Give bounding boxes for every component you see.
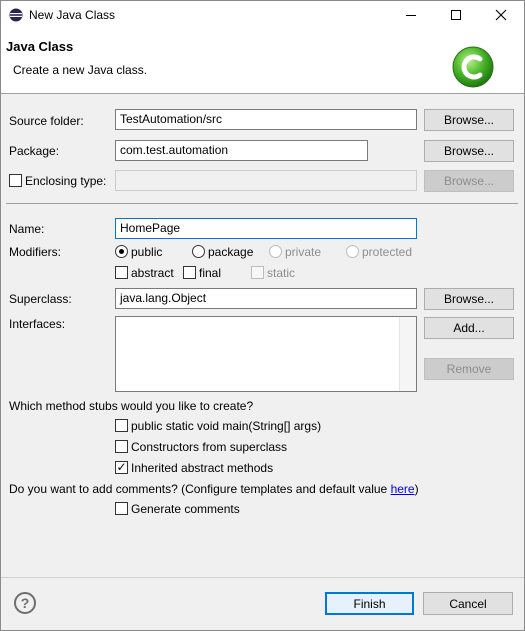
enclosing-type-checkbox[interactable] bbox=[9, 174, 22, 187]
final-label: final bbox=[199, 266, 222, 280]
protected-label: protected bbox=[362, 245, 413, 259]
close-icon bbox=[495, 9, 507, 21]
comments-question-suffix: ) bbox=[414, 482, 419, 496]
minimize-button[interactable] bbox=[389, 1, 433, 29]
superclass-input[interactable]: java.lang.Object bbox=[115, 288, 417, 309]
checkmark-icon: ✓ bbox=[116, 460, 127, 474]
comments-question: Do you want to add comments? (Configure … bbox=[9, 482, 419, 496]
main-method-label: public static void main(String[] args) bbox=[131, 419, 322, 433]
enclosing-type-label: Enclosing type: bbox=[25, 174, 107, 188]
interfaces-list[interactable] bbox=[115, 316, 417, 392]
name-input[interactable]: HomePage bbox=[115, 218, 417, 239]
remove-interface-button: Remove bbox=[424, 358, 514, 380]
name-label: Name: bbox=[9, 222, 45, 236]
cancel-button[interactable]: Cancel bbox=[423, 592, 513, 615]
source-folder-browse-button[interactable]: Browse... bbox=[424, 109, 514, 131]
main-method-checkbox[interactable] bbox=[115, 419, 128, 432]
private-label: private bbox=[285, 245, 322, 259]
package-radio[interactable] bbox=[192, 245, 205, 258]
help-icon[interactable]: ? bbox=[14, 592, 36, 614]
new-java-class-dialog: New Java Class Java Class Create a new J… bbox=[0, 0, 525, 631]
close-button[interactable] bbox=[479, 1, 523, 29]
modifiers-label: Modifiers: bbox=[9, 245, 62, 259]
wizard-description: Create a new Java class. bbox=[13, 63, 148, 77]
abstract-label: abstract bbox=[131, 266, 174, 280]
interfaces-label: Interfaces: bbox=[9, 317, 66, 331]
configure-templates-link[interactable]: here bbox=[391, 482, 415, 496]
package-browse-button[interactable]: Browse... bbox=[424, 140, 514, 162]
protected-radio bbox=[346, 245, 359, 258]
wizard-header: Java Class Create a new Java class. bbox=[1, 29, 524, 94]
abstract-checkbox[interactable] bbox=[115, 266, 128, 279]
constructors-checkbox[interactable] bbox=[115, 440, 128, 453]
maximize-icon bbox=[451, 10, 461, 20]
package-label: Package: bbox=[9, 144, 60, 158]
public-label: public bbox=[131, 245, 163, 259]
maximize-button[interactable] bbox=[434, 1, 478, 29]
static-checkbox bbox=[251, 266, 264, 279]
private-radio bbox=[269, 245, 282, 258]
enclosing-type-input bbox=[115, 170, 417, 191]
interfaces-scrollbar[interactable] bbox=[399, 317, 416, 391]
method-stubs-question: Which method stubs would you like to cre… bbox=[9, 399, 254, 413]
constructors-label: Constructors from superclass bbox=[131, 440, 288, 454]
generate-comments-checkbox[interactable] bbox=[115, 502, 128, 515]
eclipse-app-icon bbox=[9, 8, 23, 22]
finish-button[interactable]: Finish bbox=[325, 592, 414, 615]
footer-separator bbox=[1, 577, 524, 578]
inherited-methods-label: Inherited abstract methods bbox=[131, 461, 274, 475]
superclass-label: Superclass: bbox=[9, 292, 72, 306]
static-label: static bbox=[267, 266, 296, 280]
generate-comments-label: Generate comments bbox=[131, 502, 240, 516]
source-folder-label: Source folder: bbox=[9, 114, 84, 128]
wizard-title: Java Class bbox=[6, 39, 74, 54]
title-bar: New Java Class bbox=[1, 1, 524, 29]
java-class-logo-icon bbox=[452, 46, 494, 88]
minimize-icon bbox=[406, 15, 416, 16]
separator bbox=[6, 203, 518, 204]
superclass-browse-button[interactable]: Browse... bbox=[424, 288, 514, 310]
enclosing-type-browse-button: Browse... bbox=[424, 170, 514, 192]
package-input[interactable]: com.test.automation bbox=[115, 140, 368, 161]
package-modifier-label: package bbox=[208, 245, 254, 259]
add-interface-button[interactable]: Add... bbox=[424, 317, 514, 339]
source-folder-input[interactable]: TestAutomation/src bbox=[115, 109, 417, 130]
final-checkbox[interactable] bbox=[183, 266, 196, 279]
public-radio[interactable] bbox=[115, 245, 128, 258]
window-title: New Java Class bbox=[29, 8, 116, 22]
comments-question-text: Do you want to add comments? (Configure … bbox=[9, 482, 391, 496]
inherited-methods-checkbox[interactable]: ✓ bbox=[115, 460, 128, 474]
